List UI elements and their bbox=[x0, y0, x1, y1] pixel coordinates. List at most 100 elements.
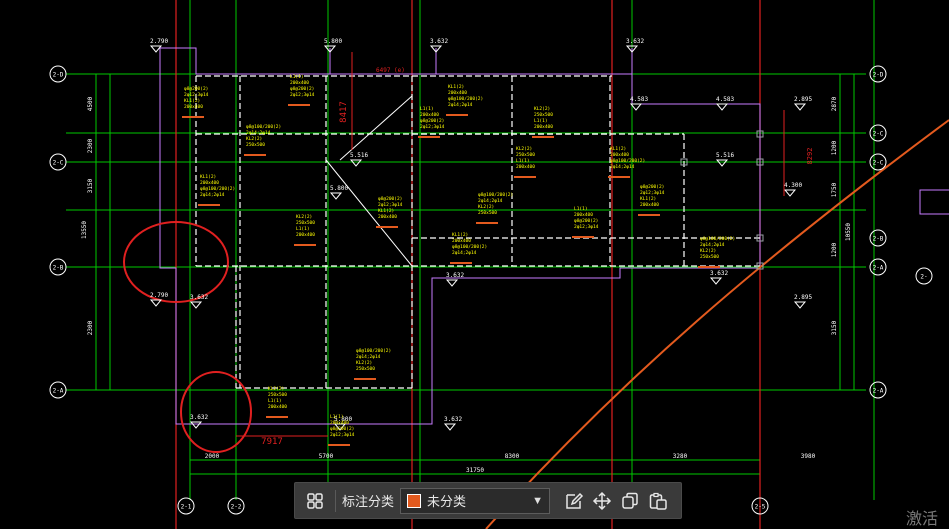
cad-drawing-canvas[interactable]: 2-D 2-C 2-B 2-A 2-D 2-C 2-C 2-B 2-A 2-A 2-1 2-2 2- 32… bbox=[0, 0, 949, 529]
rebar-note: φ8@100/200(2) bbox=[246, 124, 281, 130]
elevation-bottom-triangle bbox=[189, 421, 203, 429]
axis-bubble-left-label: 2-C bbox=[53, 160, 64, 167]
elevation-mid-triangle bbox=[329, 192, 343, 200]
elevation-bottom: 3.632 bbox=[444, 416, 462, 423]
rebar-note: 250x500 bbox=[296, 220, 315, 226]
edit-button[interactable] bbox=[560, 487, 588, 515]
rebar-note: 200x400 bbox=[184, 104, 203, 110]
rebar-note: 200x400 bbox=[200, 180, 219, 186]
rebar-note: L1(1) bbox=[290, 74, 304, 80]
paste-button[interactable] bbox=[644, 487, 672, 515]
rebar-note: φ8@100/200(2) bbox=[700, 236, 735, 242]
rebar-note: 2φ12;3φ14 bbox=[574, 224, 599, 230]
rebar-note: KL2(2) bbox=[700, 248, 716, 254]
category-dropdown[interactable]: 未分类 ▼ bbox=[400, 487, 551, 514]
axis-bubble-right-label: 2-A bbox=[873, 265, 884, 272]
rebar-note: 250x500 bbox=[700, 254, 719, 260]
rebar-note: 2φ12;3φ14 bbox=[420, 124, 445, 130]
category-selected-value: 未分类 bbox=[427, 494, 467, 509]
red-measure-text: 8417 bbox=[339, 101, 349, 123]
rebar-note: 2φ14;2φ14 bbox=[478, 198, 503, 204]
axis-bubble-right-label: 2-B bbox=[873, 236, 884, 243]
dimension-text-left: 4500 bbox=[87, 96, 94, 111]
elevation-mid: 4.300 bbox=[784, 182, 802, 189]
elevation-bottom: 3.632 bbox=[190, 414, 208, 421]
dimension-text-right: 1200 bbox=[831, 140, 838, 155]
red-circle-annotation bbox=[180, 371, 252, 453]
grid-view-button[interactable] bbox=[301, 487, 329, 515]
dimension-text-bottom: 5700 bbox=[319, 453, 334, 460]
rebar-orange-mark bbox=[608, 176, 630, 178]
rebar-note: 200x400 bbox=[448, 90, 467, 96]
rebar-note: KL1(2) bbox=[452, 232, 468, 238]
rebar-note: KL1(2) bbox=[184, 98, 200, 104]
rebar-orange-mark bbox=[446, 114, 468, 116]
axis-bubble-bottom-label: 2-1 bbox=[181, 504, 192, 511]
elevation-top-triangle bbox=[793, 103, 807, 111]
beam-dashed-diagonal bbox=[339, 95, 413, 161]
elevation-top: 2.895 bbox=[794, 96, 812, 103]
paste-icon bbox=[649, 492, 667, 510]
cad-viewport[interactable]: 2-D 2-C 2-B 2-A 2-D 2-C 2-C 2-B 2-A 2-A 2-1 2-2 2- 32… bbox=[0, 0, 949, 529]
rebar-note: KL2(2) bbox=[478, 204, 494, 210]
rebar-orange-mark bbox=[376, 226, 398, 228]
rebar-orange-mark bbox=[198, 204, 220, 206]
rebar-note: φ8@200(2) bbox=[640, 184, 664, 190]
orange-diagonal-line bbox=[485, 119, 949, 529]
axis-bubble-right-label: 2-C bbox=[873, 160, 884, 167]
copy-button[interactable] bbox=[616, 487, 644, 515]
dimension-text-bottom: 2000 bbox=[205, 453, 220, 460]
elevation-bottom-triangle bbox=[709, 277, 723, 285]
dimension-text-right: 3150 bbox=[831, 320, 838, 335]
rebar-note: 2φ14;2φ14 bbox=[610, 164, 635, 170]
rebar-note: 200x400 bbox=[268, 404, 287, 410]
red-measure-text: 7917 bbox=[261, 437, 283, 447]
rebar-note: 2φ14;2φ14 bbox=[448, 102, 473, 108]
rebar-note: L1(1) bbox=[534, 118, 548, 124]
rebar-note: φ8@100/200(2) bbox=[478, 192, 513, 198]
edge-wall-fragment bbox=[919, 189, 949, 215]
rebar-note: 200x400 bbox=[378, 214, 397, 220]
rebar-orange-mark bbox=[294, 244, 316, 246]
rebar-orange-mark bbox=[698, 266, 720, 268]
rebar-orange-mark bbox=[244, 154, 266, 156]
toolbar-separator bbox=[335, 489, 336, 512]
rebar-note: φ8@200(2) bbox=[420, 118, 444, 124]
rebar-orange-mark bbox=[532, 136, 554, 138]
dimension-text-left: 2300 bbox=[87, 320, 94, 335]
rebar-note: KL2(2) bbox=[246, 136, 262, 142]
axis-bubble-left-label: 2-D bbox=[53, 72, 64, 79]
rebar-note: 200x400 bbox=[534, 124, 553, 130]
category-label: 标注分类 bbox=[342, 494, 395, 509]
elevation-top-triangle bbox=[715, 103, 729, 111]
rebar-note: 200x400 bbox=[296, 232, 315, 238]
rebar-orange-mark bbox=[476, 222, 498, 224]
elevation-mid: 5.516 bbox=[716, 152, 734, 159]
rebar-note: L1(1) bbox=[268, 398, 282, 404]
elevation-top: 3.632 bbox=[430, 38, 448, 45]
move-button[interactable] bbox=[588, 487, 616, 515]
rebar-note: φ8@100/200(2) bbox=[448, 96, 483, 102]
rebar-note: 2φ14;2φ14 bbox=[452, 250, 477, 256]
rebar-note: 200x400 bbox=[610, 152, 629, 158]
rebar-note: 250x500 bbox=[356, 366, 375, 372]
rebar-note: 200x400 bbox=[574, 212, 593, 218]
elevation-top: 2.790 bbox=[150, 38, 168, 45]
chevron-down-icon: ▼ bbox=[532, 494, 544, 507]
elevation-bottom-triangle bbox=[189, 301, 203, 309]
rebar-note: L1(1) bbox=[420, 106, 434, 112]
rebar-note: KL1(2) bbox=[610, 146, 626, 152]
dimension-text-left: 3150 bbox=[87, 178, 94, 193]
elevation-bottom-triangle bbox=[793, 301, 807, 309]
rebar-note: 2φ14;2φ14 bbox=[200, 192, 225, 198]
dimension-text-left-total: 13550 bbox=[81, 221, 88, 239]
annotation-toolbar: 标注分类 未分类 ▼ bbox=[294, 482, 682, 519]
elevation-top: 3.632 bbox=[626, 38, 644, 45]
rebar-note: KL2(2) bbox=[516, 146, 532, 152]
rebar-orange-mark bbox=[572, 236, 594, 238]
rebar-orange-mark bbox=[288, 104, 310, 106]
rebar-note: 250x500 bbox=[478, 210, 497, 216]
rebar-orange-mark bbox=[182, 116, 204, 118]
rebar-note: 250x500 bbox=[534, 112, 553, 118]
elevation-bottom: 3.632 bbox=[190, 294, 208, 301]
